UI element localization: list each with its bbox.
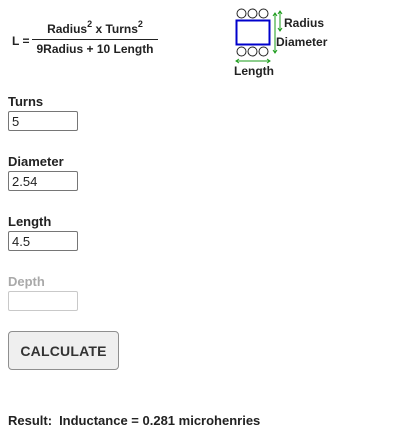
coil-turn-bottom-1 xyxy=(236,46,247,57)
coil-turn-top-3 xyxy=(258,8,269,19)
coil-diagram: Radius Diameter Length xyxy=(233,6,343,82)
depth-label: Depth xyxy=(8,274,45,289)
diagram-length-label: Length xyxy=(234,64,274,78)
formula-denominator: 9Radius + 10 Length xyxy=(36,42,154,56)
formula-num-part1: Radius xyxy=(47,22,88,36)
formula-num-exp2: 2 xyxy=(137,19,143,29)
depth-input xyxy=(8,291,78,311)
coil-turn-bottom-2 xyxy=(247,46,258,57)
formula-num-exp1: 2 xyxy=(87,19,93,29)
formula-fraction: Radius2 x Turns2 9Radius + 10 Length xyxy=(32,19,158,57)
formula-num-part2: x Turns xyxy=(92,22,138,36)
formula-fraction-bar xyxy=(32,39,158,40)
result-value: Inductance = 0.281 microhenries xyxy=(59,413,261,428)
turns-label: Turns xyxy=(8,94,44,109)
coil-former-box xyxy=(235,19,271,46)
result-prefix: Result: xyxy=(8,413,53,428)
turns-input[interactable] xyxy=(8,111,78,131)
depth-field-group: Depth xyxy=(8,274,78,311)
coil-turn-bottom-3 xyxy=(258,46,269,57)
length-input[interactable] xyxy=(8,231,78,251)
diagram-diameter-label: Diameter xyxy=(276,35,328,49)
diameter-input[interactable] xyxy=(8,171,78,191)
formula-lhs: L = xyxy=(12,34,30,48)
formula-numerator: Radius2 x Turns2 xyxy=(32,19,158,38)
coil-turn-top-2 xyxy=(247,8,258,19)
length-label: Length xyxy=(8,214,52,229)
length-field-group: Length xyxy=(8,214,78,251)
calculate-button[interactable]: CALCULATE xyxy=(8,331,119,370)
diameter-label: Diameter xyxy=(8,154,64,169)
diagram-radius-label: Radius xyxy=(284,16,325,30)
turns-field-group: Turns xyxy=(8,94,78,131)
result-line: Result: Inductance = 0.281 microhenries xyxy=(8,413,260,428)
coil-turn-top-1 xyxy=(236,8,247,19)
diameter-field-group: Diameter xyxy=(8,154,78,191)
